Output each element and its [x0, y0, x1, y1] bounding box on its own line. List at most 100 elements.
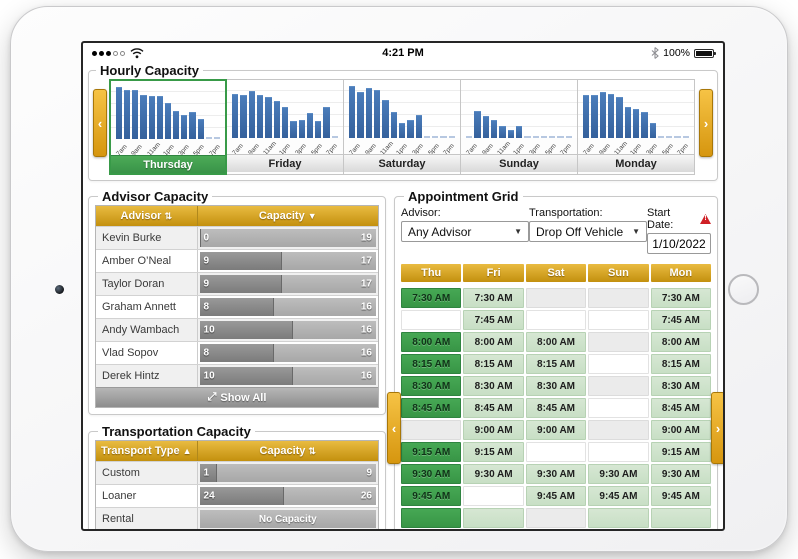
chart-x-labels: 7am 9am 11am 1pm 3pm 5pm 7pm — [578, 138, 694, 154]
chart-bar — [432, 136, 439, 138]
grid-row: 9:15 AM 9:15 AM 9:15 AM — [401, 442, 712, 462]
time-slot-avail[interactable]: 7:30 AM — [650, 288, 712, 308]
grid-next-button[interactable]: › — [711, 392, 723, 464]
grid-prev-button[interactable]: ‹ — [387, 392, 401, 464]
chart-x-labels: 7am 9am 11am 1pm 3pm 5pm 7pm — [227, 138, 343, 154]
row-name: Rental — [96, 508, 198, 529]
time-slot-sel[interactable] — [401, 508, 462, 528]
time-slot-sel[interactable]: 9:15 AM — [401, 442, 462, 462]
start-date-input[interactable] — [647, 233, 711, 254]
capacity-cell: 9 17 — [198, 250, 378, 272]
chart-bar — [132, 89, 139, 139]
capacity-cell: 10 16 — [198, 365, 378, 387]
day-card-saturday[interactable]: 7am 9am 11am 1pm 3pm 5pm 7pm Saturday — [343, 79, 461, 175]
chart-bar — [616, 97, 623, 138]
chart-bar — [213, 137, 221, 139]
transport-type-column-header[interactable]: Transport Type ▲ — [96, 441, 198, 461]
chart-bar — [331, 136, 339, 138]
home-button[interactable] — [728, 274, 759, 305]
time-slot-white — [525, 442, 587, 462]
capacity-fill — [199, 275, 283, 293]
time-slot-avail[interactable]: 9:15 AM — [463, 442, 524, 462]
day-label: Friday — [227, 154, 343, 172]
advisor-capacity-panel: Advisor Capacity Advisor ⇅ Capacity ▼ Ke… — [88, 189, 386, 415]
day-card-friday[interactable]: 7am 9am 11am 1pm 3pm 5pm 7pm Friday — [226, 79, 344, 175]
time-slot-avail[interactable]: 9:30 AM — [650, 464, 712, 484]
capacity-track: 10 16 — [199, 367, 376, 385]
time-slot-sel[interactable]: 8:30 AM — [401, 376, 462, 396]
time-slot-avail[interactable] — [588, 508, 649, 528]
table-row: Loaner 24 26 — [96, 484, 378, 507]
chart-bar — [482, 115, 489, 138]
capacity-cell: 24 26 — [198, 485, 378, 507]
time-slot-avail[interactable]: 7:45 AM — [650, 310, 712, 330]
time-slot-avail[interactable]: 9:30 AM — [588, 464, 649, 484]
transportation-select[interactable]: Drop Off Vehicle ▼ — [529, 221, 647, 242]
used-count: 10 — [203, 370, 215, 382]
time-slot-avail[interactable]: 9:30 AM — [525, 464, 587, 484]
time-slot-avail[interactable]: 8:45 AM — [463, 398, 524, 418]
time-slot-avail[interactable]: 9:00 AM — [650, 420, 712, 440]
day-card-thursday[interactable]: 7am 9am 11am 1pm 3pm 5pm 7pm Thursday — [109, 79, 227, 175]
time-slot-avail[interactable]: 8:15 AM — [463, 354, 524, 374]
time-slot-avail[interactable]: 9:45 AM — [525, 486, 587, 506]
time-slot-avail[interactable]: 8:45 AM — [650, 398, 712, 418]
time-slot-avail[interactable]: 8:15 AM — [650, 354, 712, 374]
chart-bar — [373, 90, 381, 138]
time-slot-avail[interactable]: 8:15 AM — [525, 354, 587, 374]
time-slot-sel[interactable]: 9:30 AM — [401, 464, 462, 484]
time-slot-avail[interactable]: 8:00 AM — [650, 332, 712, 352]
time-slot-avail[interactable]: 8:30 AM — [650, 376, 712, 396]
chart-bar — [232, 93, 239, 138]
time-slot-avail[interactable]: 8:30 AM — [525, 376, 587, 396]
table-row: Vlad Sopov 8 16 — [96, 341, 378, 364]
table-row: Kevin Burke 0 19 — [96, 226, 378, 249]
time-slot-avail[interactable]: 9:45 AM — [588, 486, 649, 506]
start-date-label: Start Date: — [647, 207, 674, 231]
time-slot-white — [588, 442, 649, 462]
time-slot-avail[interactable]: 8:00 AM — [525, 332, 587, 352]
day-card-sunday[interactable]: 7am 9am 11am 1pm 3pm 5pm 7pm Sunday — [460, 79, 578, 175]
time-slot-avail[interactable] — [463, 508, 524, 528]
row-name: Derek Hintz — [96, 365, 198, 387]
time-slot-sel[interactable]: 7:30 AM — [401, 288, 462, 308]
time-slot-sel[interactable]: 8:45 AM — [401, 398, 462, 418]
time-slot-avail[interactable]: 9:00 AM — [525, 420, 587, 440]
chart-bar — [349, 86, 356, 138]
capacity-column-header[interactable]: Capacity ▼ — [198, 206, 378, 226]
time-slot-sel[interactable]: 8:15 AM — [401, 354, 462, 374]
advisor-select[interactable]: Any Advisor ▼ — [401, 221, 529, 242]
time-slot-avail[interactable]: 9:45 AM — [650, 486, 712, 506]
chart-bar — [423, 136, 431, 138]
time-slot-avail[interactable]: 9:15 AM — [650, 442, 712, 462]
carousel-prev-button[interactable]: ‹ — [93, 89, 107, 157]
show-all-button[interactable]: ⤢ Show All — [96, 387, 378, 407]
time-slot-avail[interactable]: 7:45 AM — [463, 310, 524, 330]
time-slot-sel[interactable]: 8:00 AM — [401, 332, 462, 352]
time-slot-avail[interactable]: 8:45 AM — [525, 398, 587, 418]
time-slot-avail[interactable]: 9:00 AM — [463, 420, 524, 440]
day-card-monday[interactable]: 7am 9am 11am 1pm 3pm 5pm 7pm Monday — [577, 79, 695, 175]
chart-bar — [448, 136, 456, 138]
total-count: 17 — [360, 255, 372, 267]
time-slot-avail[interactable]: 9:30 AM — [463, 464, 524, 484]
time-slot-avail[interactable]: 8:00 AM — [463, 332, 524, 352]
time-slot-sel[interactable]: 9:45 AM — [401, 486, 462, 506]
time-slot-avail[interactable] — [650, 508, 712, 528]
grid-row: 8:30 AM 8:30 AM 8:30 AM 8:30 AM — [401, 376, 712, 396]
chart-bar — [682, 136, 690, 138]
time-slot-avail[interactable]: 7:30 AM — [463, 288, 524, 308]
day-label: Monday — [578, 154, 694, 172]
carousel-next-button[interactable]: › — [699, 89, 713, 157]
chart-bar — [540, 136, 548, 138]
sort-icon: ⇅ — [308, 445, 316, 456]
advisor-column-header[interactable]: Advisor ⇅ — [96, 206, 198, 226]
capacity-track: 10 16 — [199, 321, 376, 339]
grid-row: 8:45 AM 8:45 AM 8:45 AM 8:45 AM — [401, 398, 712, 418]
capacity-column-header[interactable]: Capacity ⇅ — [198, 441, 378, 461]
clock-time: 4:21 PM — [382, 47, 424, 59]
total-count: 16 — [360, 370, 372, 382]
sort-asc-icon: ▲ — [182, 446, 192, 456]
capacity-cell: 10 16 — [198, 319, 378, 341]
time-slot-avail[interactable]: 8:30 AM — [463, 376, 524, 396]
